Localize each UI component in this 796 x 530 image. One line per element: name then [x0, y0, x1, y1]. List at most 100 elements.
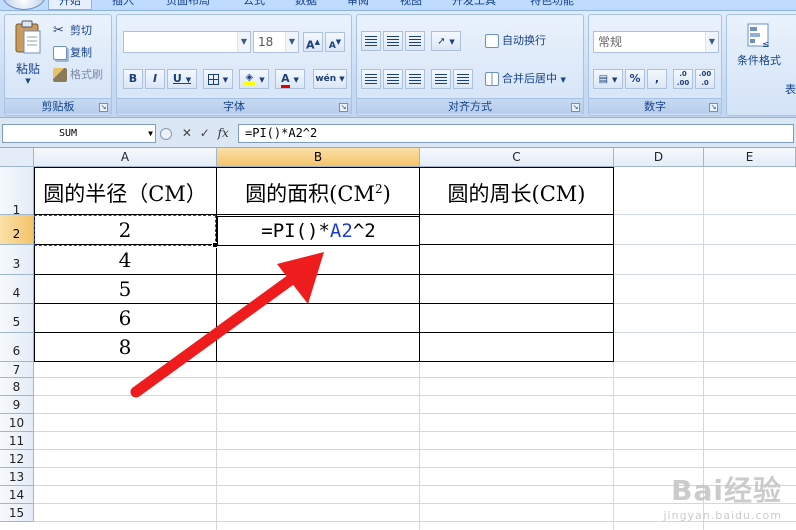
increase-indent-button[interactable] [453, 69, 473, 89]
ribbon-tab-bar: 开始 插入 页面布局 公式 数据 审阅 视图 开发工具 特色功能 [0, 0, 796, 10]
tab-insert[interactable]: 插入 [112, 0, 134, 10]
align-middle-button[interactable] [383, 31, 403, 51]
align-top-button[interactable] [361, 31, 381, 51]
row-header-8[interactable]: 8 [0, 378, 34, 396]
row-header-14[interactable]: 14 [0, 486, 34, 504]
bold-button[interactable]: B [123, 69, 143, 89]
tab-home[interactable]: 开始 [48, 0, 92, 10]
font-group-label: 字体 [117, 98, 351, 114]
row-header-6[interactable]: 6 [0, 333, 34, 362]
cell-c1[interactable]: 圆的周长(CM) [420, 178, 613, 208]
row-header-5[interactable]: 5 [0, 304, 34, 333]
formula-input[interactable]: =PI()*A2^2 [238, 124, 794, 143]
phonetic-button[interactable]: wén ▼ [313, 69, 347, 89]
gridline [614, 274, 796, 275]
tab-formulas[interactable]: 公式 [243, 0, 265, 10]
grow-font-button[interactable]: A▲ [303, 32, 323, 52]
row-header-1[interactable]: 1 [0, 167, 34, 217]
row-header-12[interactable]: 12 [0, 450, 34, 468]
formula-tools: ✕ ✓ fx [160, 124, 234, 143]
conditional-format-button[interactable]: ≤ 条件格式 [729, 21, 789, 68]
number-format-combo[interactable]: 常规 ▼ [593, 31, 719, 53]
column-header-d[interactable]: D [614, 148, 704, 167]
font-size-combo[interactable]: 18 ▼ [253, 31, 299, 53]
underline-button[interactable]: U ▼ [167, 69, 197, 89]
row-header-10[interactable]: 10 [0, 414, 34, 432]
currency-button[interactable]: ▤ ▼ [593, 69, 623, 89]
styles-group: ≤ 条件格式 表 [726, 14, 796, 116]
increase-decimal-button[interactable]: .0 .00 [673, 69, 693, 89]
column-header-e[interactable]: E [704, 148, 796, 167]
gridline [34, 449, 796, 450]
italic-button[interactable]: I [145, 69, 165, 89]
tab-data[interactable]: 数据 [295, 0, 317, 10]
annotation-arrow [130, 252, 324, 398]
dialog-launcher-icon[interactable]: ↘ [99, 103, 108, 112]
align-right-button[interactable] [405, 69, 425, 89]
cell-b1[interactable]: 圆的面积(CM2) [217, 178, 419, 208]
gridline [614, 214, 796, 215]
row-header-9[interactable]: 9 [0, 396, 34, 414]
row-header-2[interactable]: 2 [0, 215, 34, 245]
paste-button[interactable]: 粘贴 ▼ [11, 19, 45, 97]
scissors-icon: ✂ [53, 23, 64, 38]
format-as-table-label[interactable]: 表 [785, 81, 796, 97]
font-color-button[interactable]: A ▼ [275, 69, 305, 89]
conditional-format-icon: ≤ [747, 23, 770, 50]
dialog-launcher-icon[interactable]: ↘ [339, 103, 348, 112]
resize-handle-icon[interactable] [160, 127, 172, 140]
dialog-launcher-icon[interactable]: ↘ [709, 103, 718, 112]
number-group-label: 数字 [589, 98, 721, 114]
row-header-15[interactable]: 15 [0, 504, 34, 522]
row-header-11[interactable]: 11 [0, 432, 34, 450]
paste-label: 粘贴 [15, 62, 40, 76]
decrease-indent-button[interactable] [431, 69, 451, 89]
align-center-button[interactable] [383, 69, 403, 89]
row-header-7[interactable]: 7 [0, 362, 34, 378]
column-header-a[interactable]: A [34, 148, 217, 167]
number-group: 常规 ▼ ▤ ▼ % , .0 .00 .00 .0 数字 ↘ [588, 14, 722, 116]
row-header-3[interactable]: 3 [0, 245, 34, 275]
chevron-down-icon: ▼ [185, 76, 192, 84]
enter-formula-icon[interactable]: ✓ [200, 126, 210, 140]
dialog-launcher-icon[interactable]: ↘ [571, 103, 580, 112]
name-box[interactable]: SUM ▼ [2, 124, 156, 143]
office-button[interactable] [2, 0, 46, 10]
chevron-down-icon: ▼ [25, 77, 31, 85]
tab-developer[interactable]: 开发工具 [452, 0, 496, 10]
decrease-decimal-button[interactable]: .00 .0 [695, 69, 715, 89]
percent-button[interactable]: % [625, 69, 645, 89]
wrap-text-button[interactable]: 自动换行 [485, 31, 546, 51]
row-header-4[interactable]: 4 [0, 275, 34, 304]
column-header-b[interactable]: B [217, 148, 420, 167]
fill-color-button[interactable]: ◈ ▼ [239, 69, 269, 89]
orientation-button[interactable]: ➚ ▼ [431, 31, 461, 51]
alignment-group-label: 对齐方式 [357, 98, 583, 114]
comma-button[interactable]: , [647, 69, 667, 89]
font-group: ▼ 18 ▼ A▲ A▼ B I U ▼ ▼ ◈ ▼ A ▼ wén ▼ 字体 ↘ [116, 14, 352, 116]
cell-a1[interactable]: 圆的半径（CM） [34, 178, 216, 208]
merge-center-button[interactable]: 合并后居中 ▼ [485, 69, 566, 89]
borders-button[interactable]: ▼ [203, 69, 233, 89]
paste-icon [15, 20, 41, 54]
brush-icon [53, 68, 67, 82]
cut-button[interactable]: ✂ 剪切 [53, 21, 92, 41]
font-name-combo[interactable]: ▼ [123, 31, 251, 53]
column-header-c[interactable]: C [420, 148, 614, 167]
format-painter-button[interactable]: 格式刷 [53, 65, 103, 85]
tab-review[interactable]: 审阅 [347, 0, 369, 10]
tab-page-layout[interactable]: 页面布局 [166, 0, 210, 10]
orientation-icon: ➚ [437, 36, 446, 47]
copy-button[interactable]: 复制 [53, 43, 92, 63]
align-bottom-button[interactable] [405, 31, 425, 51]
tab-view[interactable]: 视图 [400, 0, 422, 10]
align-left-button[interactable] [361, 69, 381, 89]
cancel-formula-icon[interactable]: ✕ [182, 126, 192, 140]
copy-icon [53, 46, 67, 60]
tab-special[interactable]: 特色功能 [530, 0, 574, 10]
select-all-button[interactable] [0, 148, 34, 167]
insert-function-icon[interactable]: fx [218, 126, 229, 140]
row-header-13[interactable]: 13 [0, 468, 34, 486]
shrink-font-button[interactable]: A▼ [325, 32, 345, 52]
svg-text:≤: ≤ [762, 40, 770, 49]
